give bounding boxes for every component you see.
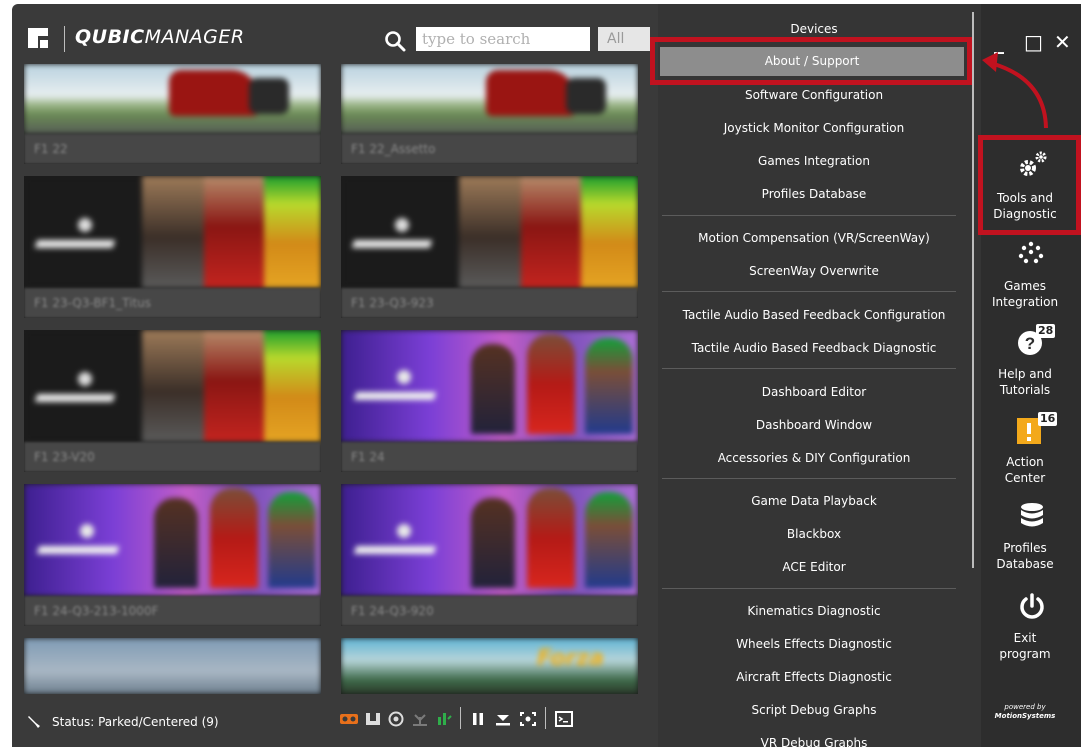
menu-item-aircraft-effects[interactable]: Aircraft Effects Diagnostic [664,670,964,684]
game-tile[interactable]: F1 23-Q3-BF1_Titus [24,176,321,318]
menu-item-games-integration[interactable]: Games Integration [664,154,964,168]
game-art [341,330,638,442]
menu-item-wheels-effects[interactable]: Wheels Effects Diagnostic [664,637,964,651]
about-support-highlight [650,37,972,85]
games-integration-label[interactable]: Games Integration [981,278,1069,310]
shield-icon[interactable] [386,711,406,729]
menu-item-motion-compensation[interactable]: Motion Compensation (VR/ScreenWay) [664,231,964,245]
toolbar-divider [545,707,546,729]
game-tile[interactable]: F1 24-Q3-213-1000F [24,484,321,626]
game-caption: F1 23-Q3-BF1_Titus [24,288,321,318]
game-art [341,64,638,134]
menu-item-blackbox[interactable]: Blackbox [664,527,964,541]
menu-item-kinematics-diagnostic[interactable]: Kinematics Diagnostic [664,604,964,618]
power-icon[interactable] [1017,592,1047,622]
menu-item-tactile-config[interactable]: Tactile Audio Based Feedback Configurati… [664,308,964,322]
plant-icon[interactable] [410,711,430,729]
menu-item-accessories-diy[interactable]: Accessories & DIY Configuration [664,451,964,465]
game-tile[interactable]: F1 23-V20 [24,330,321,472]
game-tile[interactable]: F1 24 [341,330,638,472]
help-badge: 28 [1036,324,1056,338]
tools-diagnostic-highlight [978,135,1081,235]
game-art [24,638,321,694]
toolbar-divider [460,707,461,729]
menu-item-ace-editor[interactable]: ACE Editor [664,560,964,574]
forza-logo: Forza [537,646,604,671]
game-art [24,330,321,442]
game-art [24,64,321,134]
game-caption: F1 23-Q3-923 [341,288,638,318]
database-icon[interactable] [1019,502,1045,532]
game-tile[interactable]: F1 22_Assetto [341,64,638,164]
game-tile[interactable]: F1 23-Q3-923 [341,176,638,318]
qubic-logo-icon [28,28,48,48]
pause-icon[interactable] [468,711,488,729]
powered-by-logo: powered by MotionSystems [994,703,1056,720]
vr-headset-icon[interactable] [339,711,359,729]
game-art [341,484,638,596]
game-art [341,176,638,288]
signal-icon[interactable] [434,711,454,729]
console-icon[interactable] [554,711,574,729]
menu-item-vr-debug-graphs[interactable]: VR Debug Graphs [664,736,964,750]
status-text: Status: Parked/Centered (9) [52,715,219,729]
exit-program-label[interactable]: Exit program [981,630,1069,662]
menu-divider [662,291,956,292]
menu-item-dashboard-editor[interactable]: Dashboard Editor [664,385,964,399]
tools-dropdown-menu [658,4,981,747]
profiles-database-label[interactable]: Profiles Database [981,540,1069,572]
search-input[interactable] [416,27,590,51]
menu-item-tactile-diagnostic[interactable]: Tactile Audio Based Feedback Diagnostic [664,341,964,355]
menu-scrollbar[interactable] [972,12,974,568]
paddle-icon [28,716,40,728]
menu-item-joystick-monitor[interactable]: Joystick Monitor Configuration [664,121,964,135]
dots-cluster-icon[interactable] [1014,240,1048,266]
game-tile[interactable]: F1 22 [24,64,321,164]
seat-icon[interactable] [363,711,383,729]
filter-select[interactable]: All [598,27,650,51]
game-caption: F1 24-Q3-213-1000F [24,596,321,626]
game-tile[interactable]: Forza [341,638,638,694]
menu-divider [662,368,956,369]
menu-divider [662,478,956,479]
menu-item-game-data-playback[interactable]: Game Data Playback [664,494,964,508]
game-tile[interactable]: F1 24-Q3-920 [341,484,638,626]
minimize-button[interactable]: _ [994,30,1004,54]
center-icon[interactable] [518,711,538,729]
action-badge: 16 [1038,412,1058,426]
game-tile[interactable] [24,638,321,694]
menu-item-dashboard-window[interactable]: Dashboard Window [664,418,964,432]
menu-item-script-debug-graphs[interactable]: Script Debug Graphs [664,703,964,717]
menu-divider [662,588,956,589]
menu-divider [662,215,956,216]
game-art: Forza [341,638,638,694]
help-tutorials-label[interactable]: Help and Tutorials [981,366,1069,398]
game-art [24,484,321,596]
maximize-button[interactable]: □ [1024,30,1043,54]
park-down-icon[interactable] [493,711,513,729]
game-caption: F1 22_Assetto [341,134,638,164]
game-caption: F1 24-Q3-920 [341,596,638,626]
close-button[interactable]: ✕ [1054,30,1071,54]
menu-item-screenway-overwrite[interactable]: ScreenWay Overwrite [664,264,964,278]
game-caption: F1 22 [24,134,321,164]
game-caption: F1 23-V20 [24,442,321,472]
menu-item-software-configuration[interactable]: Software Configuration [664,88,964,102]
svg-text:?: ? [1025,334,1035,353]
search-icon[interactable] [384,30,406,52]
menu-item-profiles-database[interactable]: Profiles Database [664,187,964,201]
action-center-label[interactable]: Action Center [981,454,1069,486]
game-art [24,176,321,288]
app-title: QUBICMANAGER [75,26,245,48]
game-caption: F1 24 [341,442,638,472]
menu-item-devices[interactable]: Devices [664,22,964,36]
logo-divider [64,26,65,52]
